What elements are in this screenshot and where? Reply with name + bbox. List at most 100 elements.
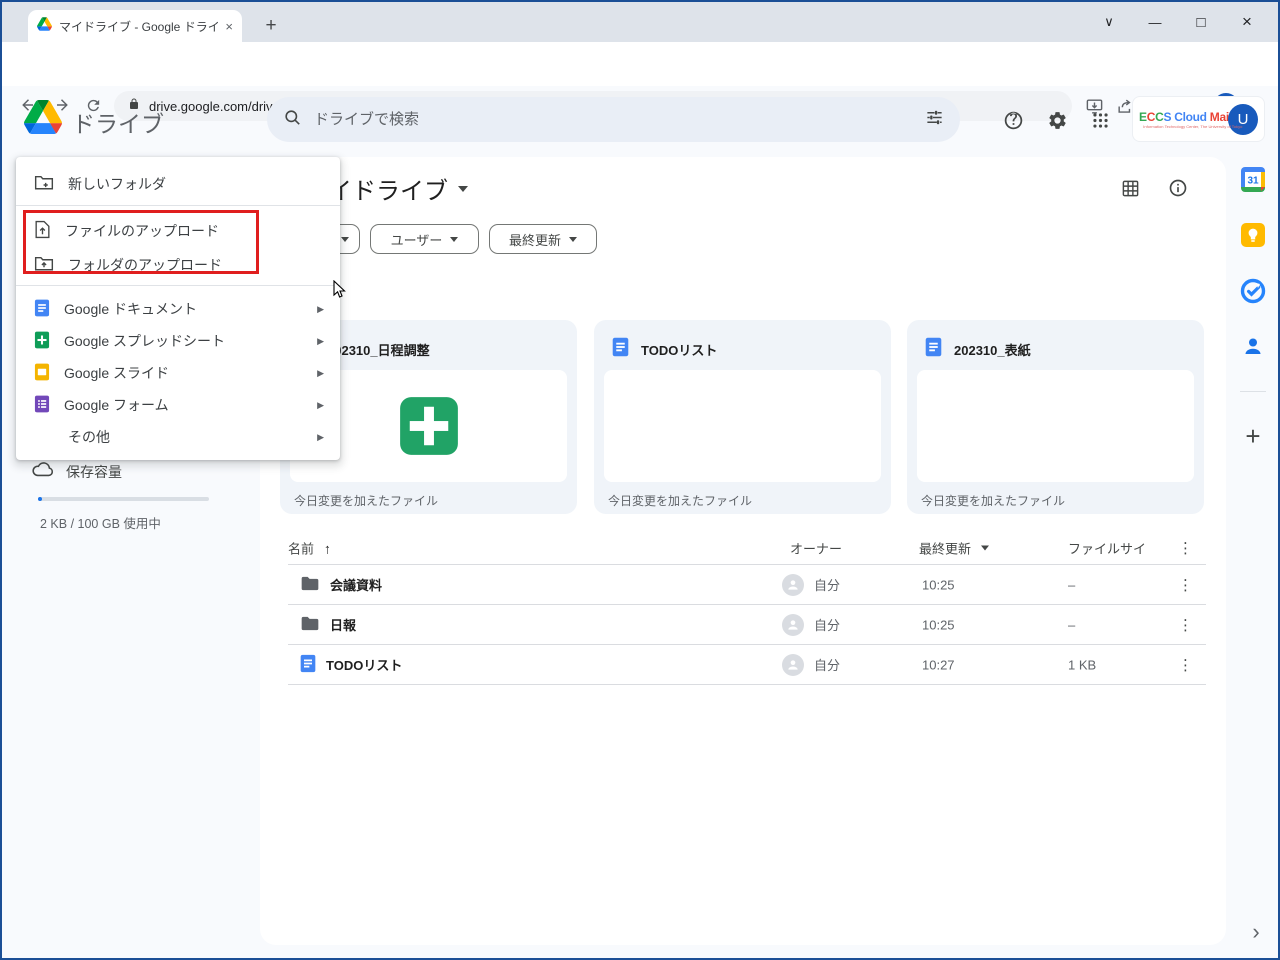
menu-item-new-folder[interactable]: 新しいフォルダ [16,163,340,205]
new-folder-icon [34,174,54,194]
column-label: オーナー [790,541,843,557]
column-modified[interactable]: 最終更新 [919,539,990,558]
help-icon[interactable] [1000,107,1026,133]
menu-item-google-forms[interactable]: Google フォーム ▶ [16,387,340,423]
calendar-day-text: 31 [1247,176,1259,187]
table-header: 名前 ↑ オーナー 最終更新 ファイルサイ ⋮ [288,532,1206,565]
info-icon[interactable] [1166,176,1190,200]
add-side-panel-apps-button[interactable]: + [1239,421,1267,451]
card-caption: 今日変更を加えたファイル [294,494,439,508]
mouse-cursor [333,279,346,304]
row-size: – [1068,577,1076,592]
row-modified: 10:27 [922,657,955,672]
suggested-card-3[interactable]: 202310_表紙 今日変更を加えたファイル [907,320,1204,514]
owner-avatar [782,613,804,636]
calendar-icon[interactable]: 31 [1239,165,1267,193]
storage-progress-bar [38,497,209,501]
submenu-arrow-icon: ▶ [317,431,324,442]
row-modified: 10:25 [922,577,955,592]
cloud-storage-icon [32,461,54,482]
row-kebab-icon[interactable]: ⋮ [1178,656,1193,674]
owner-avatar [782,653,804,676]
menu-item-google-docs[interactable]: Google ドキュメント ▶ [16,291,340,327]
row-size: – [1068,617,1076,632]
column-size[interactable]: ファイルサイ [1068,539,1146,558]
side-panel-divider [1240,391,1266,392]
row-name-cell: 日報 [300,615,356,635]
menu-item-google-sheets[interactable]: Google スプレッドシート ▶ [16,323,340,359]
search-options-tune-icon[interactable] [925,108,944,132]
tasks-icon[interactable] [1239,277,1267,305]
row-kebab-icon[interactable]: ⋮ [1178,576,1193,594]
filter-chip-modified[interactable]: 最終更新 [489,224,597,254]
card-preview [604,370,881,482]
search-input[interactable] [314,111,913,128]
menu-item-label: Google スライド [64,365,170,381]
settings-gear-icon[interactable] [1044,107,1070,133]
contacts-icon[interactable] [1239,332,1267,360]
owner-name: 自分 [814,658,841,673]
close-button[interactable]: × [1224,2,1270,42]
new-item-menu: 新しいフォルダ ファイルのアップロード フォルダのアップロード Google ド… [16,157,340,460]
column-name[interactable]: 名前 ↑ [288,539,331,558]
docs-file-icon [612,337,629,362]
folder-icon [300,615,320,635]
row-owner-cell: 自分 [782,573,840,596]
row-name-cell: 会議資料 [300,575,382,595]
row-modified: 10:25 [922,617,955,632]
account-avatar[interactable]: U [1228,103,1258,135]
eccs-badge-title: ECCS Cloud Mail [1139,109,1232,124]
card-preview [917,370,1194,482]
row-size: 1 KB [1068,657,1097,672]
chevron-down-icon [569,236,577,242]
browser-toolbar: drive.google.com/drive/my-drive ☆ U ⋮ [2,42,1278,121]
browser-tab[interactable]: マイドライブ - Google ドライブ × [28,10,242,42]
table-options-kebab-icon[interactable]: ⋮ [1178,539,1193,557]
table-row[interactable]: 会議資料 自分 10:25 – ⋮ [288,565,1206,605]
search-bar[interactable] [267,97,960,142]
maximize-button[interactable]: □ [1178,2,1224,42]
card-caption: 今日変更を加えたファイル [608,494,753,508]
menu-item-label: Google スプレッドシート [64,333,226,349]
minimize-button[interactable]: — [1132,2,1178,42]
slides-icon [34,363,50,384]
menu-item-label: Google フォーム [64,397,169,413]
grid-view-icon[interactable] [1118,176,1142,200]
collapse-side-panel-chevron-icon[interactable]: › [1242,918,1270,946]
menu-item-label: 新しいフォルダ [68,176,166,192]
owner-name: 自分 [814,618,841,633]
keep-icon[interactable] [1239,221,1267,249]
submenu-arrow-icon: ▶ [317,367,324,378]
main-content: マイドライブ ユーザー 最終更新 202310_日程調整 今日変更を加えたファイ… [260,157,1226,945]
docs-file-icon [925,337,942,362]
storage-label[interactable]: 保存容量 [66,462,122,482]
file-name: 日報 [330,618,357,633]
tab-close-icon[interactable]: × [225,19,233,34]
eccs-account-badge[interactable]: ECCS Cloud Mail Information Technology C… [1133,97,1264,141]
menu-item-label: その他 [68,429,110,445]
menu-item-google-slides[interactable]: Google スライド ▶ [16,355,340,391]
column-label: 名前 [288,541,315,557]
filter-chip-user[interactable]: ユーザー [370,224,479,254]
table-row[interactable]: 日報 自分 10:25 – ⋮ [288,605,1206,645]
menu-item-more[interactable]: その他 ▶ [16,419,340,455]
column-owner[interactable]: オーナー [790,539,842,558]
browser-titlebar: マイドライブ - Google ドライブ × + ∨ — □ × [2,2,1278,42]
product-name: ドライブ [72,111,164,137]
eccs-badge-subtitle: Information Technology Center, The Unive… [1143,123,1243,129]
column-label: 最終更新 [919,541,972,557]
drive-logo[interactable] [24,100,62,139]
apps-grid-icon[interactable] [1087,107,1113,133]
docs-file-icon [300,654,316,676]
tab-title: マイドライブ - Google ドライブ [59,19,219,34]
menu-divider [16,285,340,286]
column-label: ファイルサイ [1068,541,1147,557]
table-row[interactable]: TODOリスト 自分 10:27 1 KB ⋮ [288,645,1206,685]
suggested-card-2[interactable]: TODOリスト 今日変更を加えたファイル [594,320,891,514]
owner-avatar [782,573,804,596]
sort-descending-icon [981,545,990,551]
row-kebab-icon[interactable]: ⋮ [1178,616,1193,634]
card-caption: 今日変更を加えたファイル [921,494,1066,508]
tab-search-icon[interactable]: ∨ [1086,2,1132,42]
new-tab-button[interactable]: + [258,13,284,39]
